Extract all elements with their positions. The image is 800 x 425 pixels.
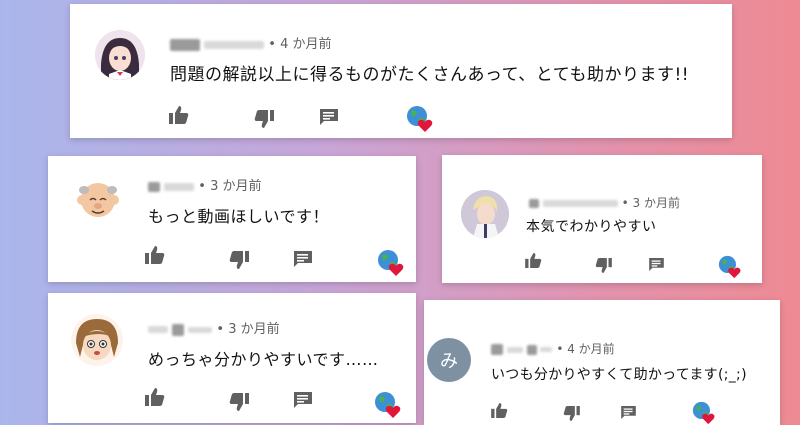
reply-icon[interactable] [320, 109, 338, 125]
comment-text: めっちゃ分かりやすいです…… [148, 350, 379, 369]
comment-meta: • 3 か月前 [148, 318, 280, 337]
username-redacted [204, 40, 265, 49]
comment-meta: • 4 か月前 [491, 340, 615, 357]
like-icon[interactable] [491, 403, 508, 418]
comment-meta: • 4 か月前 [170, 33, 332, 52]
creator-heart-icon [377, 249, 405, 277]
avatar[interactable]: み [427, 338, 471, 382]
username-redacted [170, 38, 200, 51]
comment-card-3: • 3 か月前 本気でわかりやすい [442, 155, 762, 283]
username-redacted [148, 181, 160, 192]
username-redacted [542, 200, 618, 207]
username-redacted [526, 344, 537, 355]
comment-meta: • 3 か月前 [148, 175, 262, 194]
avatar[interactable] [75, 176, 121, 222]
creator-heart-icon [406, 105, 434, 133]
comment-time: • 4 か月前 [556, 342, 615, 356]
dislike-icon[interactable] [229, 393, 249, 411]
avatar[interactable] [461, 190, 509, 238]
comment-time: • 3 か月前 [216, 322, 280, 337]
avatar-letter: み [440, 351, 458, 372]
creator-heart-icon [374, 391, 402, 419]
avatar[interactable] [70, 313, 124, 367]
comment-card-1: • 4 か月前 問題の解説以上に得るものがたくさんあって、とても助かります!! [70, 4, 732, 138]
username-redacted [540, 347, 553, 352]
dislike-icon[interactable] [254, 110, 274, 128]
like-icon[interactable] [169, 106, 189, 124]
comment-card-2: • 3 か月前 もっと動画ほしいです！ [48, 156, 416, 282]
comment-text: もっと動画ほしいです！ [148, 207, 330, 226]
reply-icon[interactable] [621, 406, 636, 419]
creator-heart-icon [692, 401, 716, 425]
reply-icon[interactable] [294, 392, 312, 408]
username-redacted [529, 199, 539, 208]
username-redacted [148, 326, 168, 333]
comment-text: 問題の解説以上に得るものがたくさんあって、とても助かります!! [170, 65, 690, 85]
username-redacted [188, 326, 213, 333]
creator-heart-icon [718, 255, 742, 279]
comment-time: • 3 か月前 [621, 196, 680, 210]
comment-meta: • 3 か月前 [529, 194, 680, 211]
comment-text: 本気でわかりやすい [526, 219, 657, 235]
reply-icon[interactable] [649, 258, 664, 271]
reply-icon[interactable] [294, 251, 312, 267]
like-icon[interactable] [525, 253, 542, 268]
username-redacted [172, 323, 185, 336]
dislike-icon[interactable] [229, 251, 249, 269]
like-icon[interactable] [145, 246, 165, 264]
comment-card-5: み • 4 か月前 いつも分かりやすくて助かってます(;_;) [424, 300, 780, 425]
like-icon[interactable] [145, 388, 165, 406]
comment-card-4: • 3 か月前 めっちゃ分かりやすいです…… [48, 293, 416, 423]
username-redacted [164, 182, 195, 191]
username-redacted [506, 346, 523, 353]
comment-time: • 4 か月前 [268, 37, 332, 52]
dislike-icon[interactable] [595, 258, 612, 273]
comment-time: • 3 か月前 [198, 179, 262, 194]
comment-text: いつも分かりやすくて助かってます(;_;) [491, 367, 747, 383]
avatar[interactable] [95, 30, 145, 80]
username-redacted [491, 344, 503, 355]
